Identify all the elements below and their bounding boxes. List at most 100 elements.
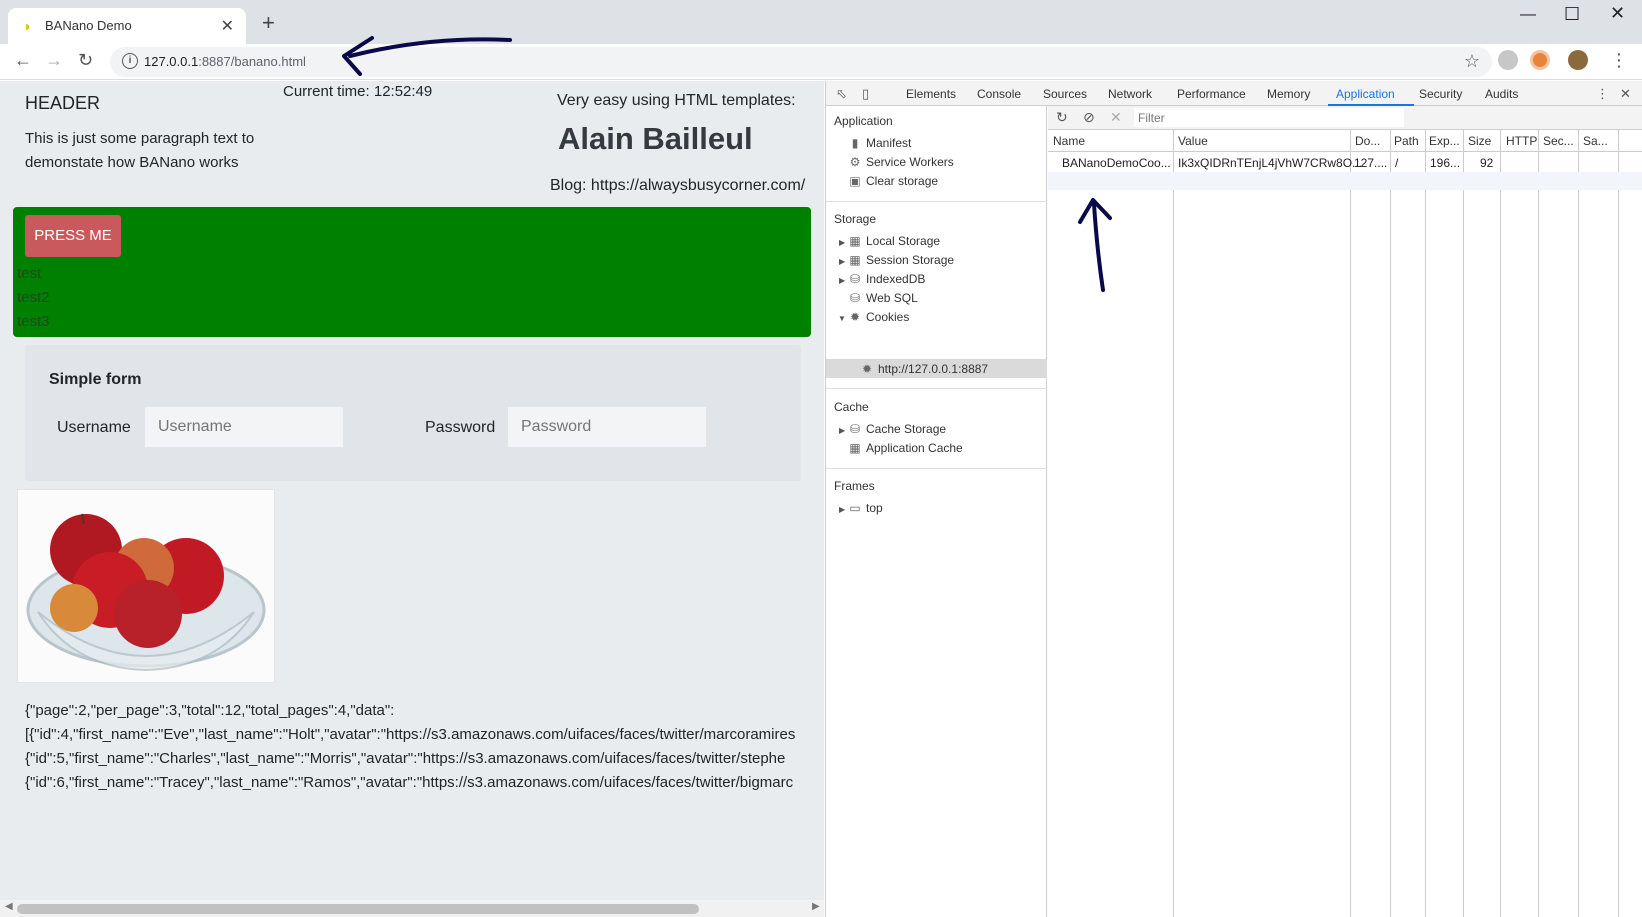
json-output: {"page":2,"per_page":3,"total":12,"total… (25, 699, 824, 795)
menu-icon[interactable]: ⋮ (1610, 50, 1628, 71)
minimize-icon[interactable]: — (1520, 6, 1536, 24)
tab-title: BANano Demo (45, 18, 132, 33)
sidebar-item-cookie-origin[interactable]: ✹ http://127.0.0.1:8887 (860, 362, 988, 376)
cookie-name: BANanoDemoCoo... (1062, 156, 1171, 170)
expand-icon[interactable]: ▶ (839, 276, 845, 285)
column-divider[interactable] (1425, 130, 1426, 917)
templates-text: Very easy using HTML templates: (557, 92, 796, 109)
tab-sources[interactable]: Sources (1043, 87, 1087, 101)
new-tab-icon[interactable]: + (262, 10, 275, 36)
refresh-icon[interactable]: ↻ (1056, 109, 1068, 126)
close-devtools-icon[interactable]: ✕ (1620, 86, 1631, 102)
horizontal-scrollbar[interactable]: ◀ ▶ (0, 900, 824, 917)
grid-icon: ▦ (849, 441, 861, 455)
sidebar-item-local-storage[interactable]: ▦ Local Storage (848, 234, 940, 248)
banana-favicon-icon: ◑ (22, 18, 31, 34)
expand-icon[interactable]: ▶ (839, 426, 845, 435)
column-header[interactable]: Sec... (1543, 134, 1574, 148)
press-me-button[interactable]: PRESS ME (25, 215, 121, 257)
sidebar-item-manifest[interactable]: ▮ Manifest (848, 136, 912, 150)
tab-performance[interactable]: Performance (1177, 87, 1246, 101)
apple-bowl-image (17, 489, 275, 683)
scrollbar-thumb[interactable] (17, 904, 699, 914)
form-title: Simple form (49, 371, 142, 388)
section-storage: Storage (834, 212, 877, 226)
clear-all-icon[interactable]: ⊘ (1083, 109, 1095, 126)
json-line: {"id":6,"first_name":"Tracey","last_name… (25, 774, 794, 791)
expand-icon[interactable]: ▶ (839, 238, 845, 247)
sidebar-item-frame-top[interactable]: ▭ top (848, 501, 882, 515)
scroll-right-icon[interactable]: ▶ (812, 901, 820, 912)
tab-application[interactable]: Application (1336, 87, 1395, 101)
column-header[interactable]: Name (1053, 134, 1085, 148)
delete-selected-icon[interactable]: ✕ (1110, 109, 1122, 126)
address-bar[interactable]: i 127.0.0.1:8887/banano.html ☆ (110, 47, 1492, 77)
green-item: test (17, 265, 42, 282)
blog-link[interactable]: Blog: https://alwaysbusycorner.com/ (550, 177, 805, 195)
tab-audits[interactable]: Audits (1485, 87, 1518, 101)
inspect-element-icon[interactable]: ⬁ (836, 86, 847, 102)
sidebar-item-service-workers[interactable]: ⚙ Service Workers (848, 155, 954, 169)
close-window-icon[interactable]: ✕ (1610, 3, 1625, 24)
collapse-icon[interactable]: ▼ (838, 314, 846, 323)
bookmark-star-icon[interactable]: ☆ (1464, 51, 1480, 72)
simple-form: Simple form Username Password (25, 345, 801, 481)
json-line: {"id":5,"first_name":"Charles","last_nam… (25, 750, 786, 767)
column-divider[interactable] (1173, 130, 1174, 917)
column-header[interactable]: Value (1178, 134, 1208, 148)
column-divider[interactable] (1463, 130, 1464, 917)
sidebar-item-cache-storage[interactable]: ⛁ Cache Storage (848, 422, 946, 436)
column-divider[interactable] (1538, 130, 1539, 917)
tab-network[interactable]: Network (1108, 87, 1152, 101)
column-divider[interactable] (1390, 130, 1391, 917)
back-icon[interactable]: ← (14, 50, 32, 71)
json-line: {"page":2,"per_page":3,"total":12,"total… (25, 702, 395, 719)
device-toolbar-icon[interactable]: ▯ (862, 86, 869, 102)
cookie-expires: 196... (1430, 156, 1461, 170)
scroll-left-icon[interactable]: ◀ (5, 901, 13, 912)
column-header[interactable]: Do... (1355, 134, 1380, 148)
column-divider[interactable] (1578, 130, 1579, 917)
reload-icon[interactable]: ↻ (78, 50, 93, 71)
gear-icon: ⚙ (849, 155, 861, 169)
devtools-menu-icon[interactable]: ⋮ (1596, 86, 1609, 102)
column-divider[interactable] (1618, 130, 1619, 917)
sidebar-item-application-cache[interactable]: ▦ Application Cache (848, 441, 962, 455)
tab-security[interactable]: Security (1419, 87, 1462, 101)
expand-icon[interactable]: ▶ (839, 257, 845, 266)
column-header[interactable]: Path (1394, 134, 1419, 148)
header-divider (1048, 151, 1642, 152)
author-name: Alain Bailleul (558, 121, 753, 156)
sidebar-item-session-storage[interactable]: ▦ Session Storage (848, 253, 954, 267)
database-icon: ⛁ (849, 291, 861, 305)
green-panel: PRESS ME test test2 test3 (13, 207, 811, 337)
column-divider[interactable] (1350, 130, 1351, 917)
info-icon[interactable]: i (122, 53, 138, 69)
cloud-extension-icon[interactable] (1498, 50, 1518, 70)
sidebar-item-web-sql[interactable]: ⛁ Web SQL (848, 291, 918, 305)
page-viewport: HEADER This is just some paragraph text … (0, 81, 824, 917)
profile-avatar[interactable] (1568, 50, 1588, 70)
tab-memory[interactable]: Memory (1267, 87, 1310, 101)
maximize-icon[interactable]: ☐ (1564, 4, 1580, 25)
tab-elements[interactable]: Elements (906, 87, 956, 101)
section-cache: Cache (834, 400, 869, 414)
extension-icon[interactable] (1530, 50, 1550, 70)
expand-icon[interactable]: ▶ (839, 505, 845, 514)
column-header[interactable]: Sa... (1583, 134, 1608, 148)
cookie-path: / (1395, 156, 1399, 170)
column-header[interactable]: Exp... (1429, 134, 1460, 148)
sidebar-item-cookies[interactable]: ✹ Cookies (848, 310, 909, 324)
filter-input[interactable] (1134, 108, 1404, 127)
tab-console[interactable]: Console (977, 87, 1021, 101)
forward-icon[interactable]: → (45, 50, 63, 71)
password-input[interactable] (508, 407, 706, 447)
close-tab-icon[interactable]: ✕ (221, 16, 234, 36)
column-header[interactable]: Size (1468, 134, 1491, 148)
column-header[interactable]: HTTP (1506, 134, 1537, 148)
column-divider[interactable] (1500, 130, 1501, 917)
browser-tab[interactable]: ◑ BANano Demo ✕ (8, 8, 246, 44)
username-input[interactable] (145, 407, 343, 447)
sidebar-item-indexeddb[interactable]: ⛁ IndexedDB (848, 272, 925, 286)
sidebar-item-clear-storage[interactable]: ▣ Clear storage (848, 174, 938, 188)
